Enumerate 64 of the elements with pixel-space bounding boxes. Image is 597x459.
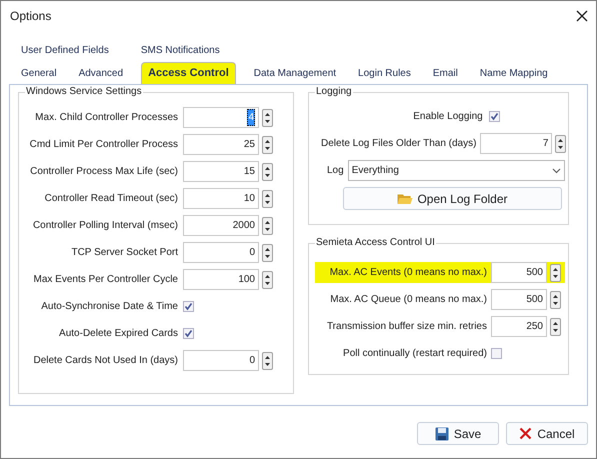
tab[interactable]: Access Control <box>141 62 236 84</box>
close-icon <box>519 427 532 440</box>
number-field[interactable]: 2000 <box>183 215 259 236</box>
field-label: Cmd Limit Per Controller Process <box>28 138 179 152</box>
cancel-button[interactable]: Cancel <box>506 422 588 445</box>
field-label: Delete Log Files Older Than (days) <box>321 137 478 151</box>
close-icon[interactable] <box>576 10 588 22</box>
spin-arrows[interactable] <box>550 290 561 308</box>
number-field[interactable]: 500 <box>491 262 547 283</box>
window-title: Options <box>10 8 52 25</box>
field-label: Controller Process Max Life (sec) <box>29 165 179 179</box>
tab[interactable]: Email <box>428 62 462 84</box>
spin-arrows[interactable] <box>262 270 273 288</box>
spin-arrows[interactable] <box>262 352 273 370</box>
spin-arrows[interactable] <box>262 244 273 262</box>
spin-arrows[interactable] <box>550 264 561 282</box>
field-label: Controller Polling Interval (msec) <box>32 219 179 233</box>
field-label: Delete Cards Not Used In (days) <box>32 354 179 368</box>
group-title: Logging <box>315 85 353 99</box>
spin-arrows[interactable] <box>262 190 273 208</box>
checkbox[interactable] <box>183 301 194 312</box>
spin-arrows[interactable] <box>555 134 566 152</box>
field-label: TCP Server Socket Port <box>70 246 179 260</box>
tab[interactable]: Advanced <box>74 62 128 84</box>
number-field[interactable]: 10 <box>183 188 259 209</box>
field-label: Auto-Synchronise Date & Time <box>40 300 179 314</box>
number-field[interactable]: 250 <box>491 316 547 337</box>
field-label: Transmission buffer size min. retries <box>326 320 488 334</box>
log-dropdown[interactable]: Everything <box>348 160 565 181</box>
number-field[interactable]: 500 <box>491 289 547 310</box>
tab[interactable]: Login Rules <box>354 62 415 84</box>
tab[interactable]: Data Management <box>250 62 340 84</box>
field-label: Max. AC Events (0 means no max.) <box>328 266 488 280</box>
field-label: Max Events Per Controller Cycle <box>32 273 179 287</box>
field-label: Enable Logging <box>413 110 483 124</box>
tab[interactable]: SMS Notifications <box>136 39 224 61</box>
field-label: Max. AC Queue (0 means no max.) <box>329 293 488 307</box>
spin-arrows[interactable] <box>262 108 273 126</box>
open-log-folder-button[interactable]: Open Log Folder <box>343 187 562 210</box>
field-label: Poll continually (restart required) <box>342 347 488 361</box>
checkbox[interactable] <box>491 348 502 359</box>
checkbox[interactable] <box>183 328 194 339</box>
spin-arrows[interactable] <box>262 216 273 234</box>
folder-icon <box>397 192 414 204</box>
number-field[interactable]: 25 <box>183 134 259 155</box>
chevron-down-icon <box>552 168 561 174</box>
field-label: Controller Read Timeout (sec) <box>44 192 179 206</box>
checkbox[interactable] <box>488 110 500 122</box>
save-button[interactable]: Save <box>417 422 499 445</box>
number-field[interactable]: 7 <box>480 133 552 154</box>
field-label: Log <box>327 164 345 178</box>
field-label: Max. Child Controller Processes <box>34 111 179 125</box>
group-title: Windows Service Settings <box>25 85 143 99</box>
number-field[interactable]: 0 <box>183 350 259 371</box>
tab[interactable]: User Defined Fields <box>17 39 113 61</box>
spin-arrows[interactable] <box>262 136 273 154</box>
tab[interactable]: General <box>17 62 61 84</box>
spin-arrows[interactable] <box>550 318 561 336</box>
field-label: Auto-Delete Expired Cards <box>58 327 179 341</box>
spin-arrows[interactable] <box>262 162 273 180</box>
number-field[interactable]: 15 <box>183 161 259 182</box>
number-field[interactable]: 0 <box>183 242 259 263</box>
number-field[interactable]: 100 <box>183 269 259 290</box>
tab[interactable]: Name Mapping <box>476 62 552 84</box>
